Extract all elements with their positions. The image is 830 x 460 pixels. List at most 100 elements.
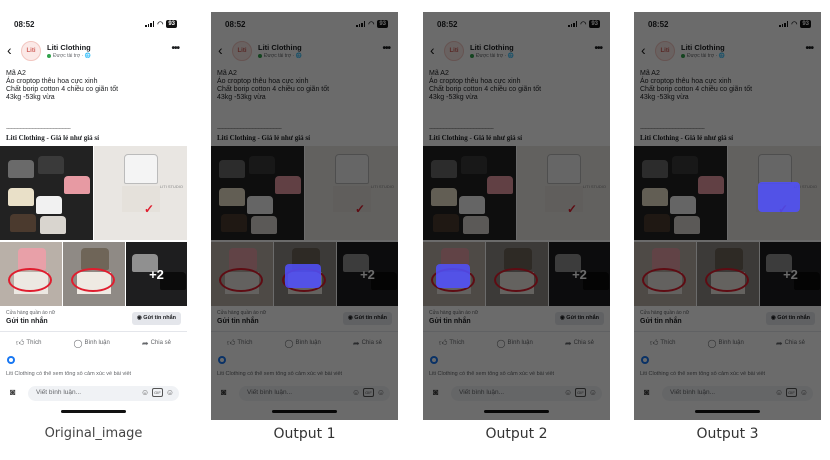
cta-subtitle: Cửa hàng quần áo nữ — [217, 310, 267, 316]
signal-icon — [568, 21, 578, 27]
product-photo-model[interactable]: ✓ LITI STUDIO — [305, 146, 398, 240]
highlighted-skirt — [436, 264, 470, 288]
like-button[interactable]: 👍︎ Thích — [227, 336, 252, 350]
comment-composer: ◙ Viết bình luận... ☺ GIF ☺ — [423, 382, 610, 404]
avatar[interactable]: Liti — [444, 41, 464, 61]
highlighted-skirt — [758, 182, 800, 212]
comment-button[interactable]: ◯ Bình luận — [497, 336, 533, 350]
avatar[interactable]: Liti — [655, 41, 675, 61]
thumbnail-photo-3[interactable]: +2 — [549, 242, 610, 306]
product-photo-shirts[interactable] — [423, 146, 516, 240]
share-button[interactable]: ➦ Chia sẻ — [353, 336, 382, 350]
avatar-sticker-icon[interactable]: ☺ — [564, 388, 572, 397]
caption-output-2: Output 2 — [485, 426, 548, 442]
action-bar: 👍︎ Thích ◯ Bình luận ➦ Chia sẻ — [0, 336, 187, 350]
signal-icon — [779, 21, 789, 27]
thumbnail-photo-2[interactable] — [486, 242, 548, 306]
comment-button[interactable]: ◯ Bình luận — [285, 336, 321, 350]
send-message-button[interactable]: ◉ Gửi tin nhắn — [765, 312, 815, 325]
reactions-info: Liti Clothing có thể xem tổng số cảm xúc… — [429, 371, 555, 377]
chevron-left-icon[interactable]: ‹ — [218, 42, 223, 58]
thumbnail-photo-1[interactable] — [634, 242, 696, 306]
share-button[interactable]: ➦ Chia sẻ — [142, 336, 171, 350]
comment-input[interactable]: Viết bình luận... ☺ GIF ☺ — [451, 386, 602, 401]
product-photo-shirts[interactable] — [634, 146, 727, 240]
page-name[interactable]: Liti Clothing — [47, 43, 91, 52]
product-photo-model[interactable]: ✓ LITI STUDIO — [517, 146, 610, 240]
more-dots-icon[interactable]: ••• — [805, 43, 813, 54]
thumbnail-photo-1[interactable] — [0, 242, 62, 306]
post-header: ‹ Liti Liti Clothing Được tài trợ · 🌐 ••… — [634, 40, 821, 64]
like-button[interactable]: 👍︎ Thích — [16, 336, 41, 350]
more-dots-icon[interactable]: ••• — [171, 43, 179, 54]
gif-icon[interactable]: GIF — [575, 388, 586, 397]
thumbnail-photo-3[interactable]: +2 — [337, 242, 398, 306]
status-bar: 08:52 ◠ 93 — [423, 12, 610, 36]
camera-icon[interactable]: ◙ — [433, 387, 438, 397]
wifi-icon: ◠ — [791, 20, 798, 28]
post-text: Mã A2 Áo croptop thêu hoa cực xinh Chất … — [217, 70, 392, 102]
thumbs-up-icon: 👍︎ — [16, 338, 25, 347]
send-message-button[interactable]: ◉ Gửi tin nhắn — [131, 312, 181, 325]
post-text: Mã A2 Áo croptop thêu hoa cực xinh Chất … — [429, 70, 604, 102]
home-indicator — [61, 410, 126, 413]
emoji-icon[interactable]: ☺ — [800, 388, 808, 397]
avatar-sticker-icon[interactable]: ☺ — [352, 388, 360, 397]
avatar-sticker-icon[interactable]: ☺ — [775, 388, 783, 397]
reactions-info: Liti Clothing có thể xem tổng số cảm xúc… — [6, 371, 132, 377]
online-dot-icon — [470, 53, 474, 58]
avatar[interactable]: Liti — [21, 41, 41, 61]
emoji-icon[interactable]: ☺ — [589, 388, 597, 397]
gif-icon[interactable]: GIF — [363, 388, 374, 397]
emoji-icon[interactable]: ☺ — [166, 388, 174, 397]
comment-input[interactable]: Viết bình luận... ☺ GIF ☺ — [28, 386, 179, 401]
like-button[interactable]: 👍︎ Thích — [439, 336, 464, 350]
gif-icon[interactable]: GIF — [786, 388, 797, 397]
send-message-button[interactable]: ◉ Gửi tin nhắn — [342, 312, 392, 325]
chevron-left-icon[interactable]: ‹ — [7, 42, 12, 58]
chevron-left-icon[interactable]: ‹ — [430, 42, 435, 58]
camera-icon[interactable]: ◙ — [221, 387, 226, 397]
signal-icon — [145, 21, 155, 27]
emoji-icon[interactable]: ☺ — [377, 388, 385, 397]
post-line: Mã A2 — [429, 70, 449, 77]
product-photo-shirts[interactable] — [0, 146, 93, 240]
avatar[interactable]: Liti — [232, 41, 252, 61]
comment-input[interactable]: Viết bình luận... ☺ GIF ☺ — [239, 386, 390, 401]
page-name[interactable]: Liti Clothing — [258, 43, 302, 52]
sponsored-label: Được tài trợ · 🌐 — [681, 53, 725, 59]
wifi-icon: ◠ — [580, 20, 587, 28]
product-photo-model[interactable]: ✓ LITI STUDIO — [94, 146, 187, 240]
check-mark-icon: ✓ — [355, 202, 366, 216]
post-line: Áo croptop thêu hoa cực xinh — [429, 78, 521, 85]
camera-icon[interactable]: ◙ — [644, 387, 649, 397]
thumbnail-photo-2[interactable] — [63, 242, 125, 306]
thumbnail-photo-2[interactable] — [697, 242, 759, 306]
reactions-info: Liti Clothing có thể xem tổng số cảm xúc… — [217, 371, 343, 377]
share-button[interactable]: ➦ Chia sẻ — [565, 336, 594, 350]
caption-output-1: Output 1 — [273, 426, 336, 442]
message-cta: Cửa hàng quần áo nữ Gửi tin nhắn ◉ Gửi t… — [634, 306, 821, 332]
comment-input[interactable]: Viết bình luận... ☺ GIF ☺ — [662, 386, 813, 401]
product-photo-shirts[interactable] — [211, 146, 304, 240]
thumbnail-photo-1[interactable] — [211, 242, 273, 306]
comment-icon: ◯ — [284, 338, 294, 348]
action-bar: 👍︎ Thích ◯ Bình luận ➦ Chia sẻ — [634, 336, 821, 350]
thumbnail-photo-3[interactable]: +2 — [760, 242, 821, 306]
comment-button[interactable]: ◯ Bình luận — [74, 336, 110, 350]
chevron-left-icon[interactable]: ‹ — [641, 42, 646, 58]
avatar-sticker-icon[interactable]: ☺ — [141, 388, 149, 397]
more-dots-icon[interactable]: ••• — [382, 43, 390, 54]
reactions-info: Liti Clothing có thể xem tổng số cảm xúc… — [640, 371, 766, 377]
page-name[interactable]: Liti Clothing — [681, 43, 725, 52]
page-name[interactable]: Liti Clothing — [470, 43, 514, 52]
thumbnail-photo-3[interactable]: +2 — [126, 242, 187, 306]
more-dots-icon[interactable]: ••• — [594, 43, 602, 54]
like-button[interactable]: 👍︎ Thích — [650, 336, 675, 350]
share-button[interactable]: ➦ Chia sẻ — [776, 336, 805, 350]
gif-icon[interactable]: GIF — [152, 388, 163, 397]
comment-composer: ◙ Viết bình luận... ☺ GIF ☺ — [0, 382, 187, 404]
comment-button[interactable]: ◯ Bình luận — [708, 336, 744, 350]
camera-icon[interactable]: ◙ — [10, 387, 15, 397]
send-message-button[interactable]: ◉ Gửi tin nhắn — [554, 312, 604, 325]
